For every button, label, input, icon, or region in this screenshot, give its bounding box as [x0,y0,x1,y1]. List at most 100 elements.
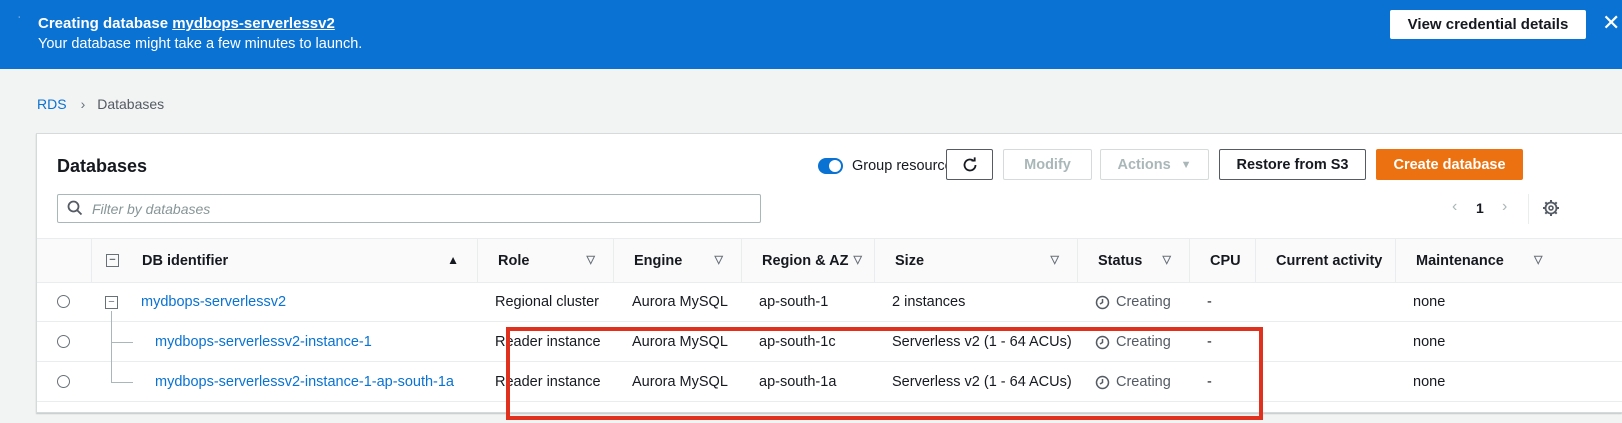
chevron-right-icon: › [80,96,86,112]
cpu-cell: - [1207,294,1212,310]
filter-databases-input[interactable]: Filter by databases [57,194,761,223]
column-size[interactable]: Size ▽ [874,239,1077,282]
status-text: Creating [1116,294,1171,310]
next-page-icon[interactable]: › [1502,198,1507,216]
sort-icon[interactable]: ▽ [587,253,595,266]
clock-icon [1095,375,1110,389]
loading-spinner-icon: ˙ [18,16,22,27]
engine-cell: Aurora MySQL [632,374,728,390]
flash-message: Your database might take a few minutes t… [38,36,363,52]
size-cell: Serverless v2 (1 - 64 ACUs) [892,374,1072,390]
collapse-group-icon[interactable]: − [105,296,118,309]
column-role[interactable]: Role ▽ [477,239,613,282]
column-size-label: Size [895,252,925,269]
row-select-radio[interactable] [57,335,70,348]
column-db-identifier-label: DB identifier [142,252,229,269]
region-cell: ap-south-1c [759,334,836,350]
status-text: Creating [1116,334,1171,350]
caret-down-icon: ▼ [1180,158,1192,171]
size-cell: Serverless v2 (1 - 64 ACUs) [892,334,1072,350]
column-maintenance[interactable]: Maintenance ▽ [1395,239,1622,282]
pager-divider [1528,194,1529,224]
refresh-icon [963,156,976,171]
column-role-label: Role [498,252,530,269]
previous-page-icon[interactable]: ‹ [1452,198,1457,216]
row-select-radio[interactable] [57,375,70,388]
clock-icon [1095,295,1110,309]
flash-database-link[interactable]: mydbops-serverlessv2 [172,15,335,32]
maintenance-cell: none [1413,374,1446,390]
breadcrumb-rds-link[interactable]: RDS [37,96,67,112]
db-identifier-link[interactable]: mydbops-serverlessv2 [141,294,286,310]
current-page-number[interactable]: 1 [1476,200,1484,216]
engine-cell: Aurora MySQL [632,334,728,350]
column-engine-label: Engine [634,252,683,269]
sort-icon[interactable]: ▽ [715,253,723,266]
status-text: Creating [1116,374,1171,390]
tree-line [111,342,133,343]
sort-ascending-icon[interactable]: ▲ [447,253,459,267]
column-db-identifier[interactable]: − DB identifier ▲ [91,239,477,282]
column-status[interactable]: Status ▽ [1077,239,1189,282]
group-resources-toggle[interactable] [818,158,843,174]
restore-from-s3-button[interactable]: Restore from S3 [1219,149,1366,180]
column-maintenance-label: Maintenance [1416,252,1504,269]
table-row[interactable]: mydbops-serverlessv2-instance-1 Reader i… [37,311,1622,362]
refresh-button[interactable] [946,149,993,180]
table-row[interactable]: − mydbops-serverlessv2 Regional cluster … [37,283,1622,322]
role-cell: Reader instance [495,334,601,350]
actions-label: Actions [1117,156,1171,173]
column-cpu-label: CPU [1210,252,1241,269]
create-database-button[interactable]: Create database [1376,149,1523,180]
sort-icon[interactable]: ▽ [1534,253,1542,266]
size-cell: 2 instances [892,294,966,310]
column-status-label: Status [1098,252,1143,269]
status-badge: Creating [1095,374,1171,390]
breadcrumb-current: Databases [97,96,165,112]
page-title: Databases [57,156,148,176]
db-identifier-link[interactable]: mydbops-serverlessv2-instance-1 [155,334,372,350]
modify-button[interactable]: Modify [1003,149,1092,180]
engine-cell: Aurora MySQL [632,294,728,310]
search-icon [67,200,83,216]
column-cpu[interactable]: CPU [1189,239,1255,282]
tree-line [111,382,133,383]
row-select-radio[interactable] [57,295,70,308]
actions-button[interactable]: Actions ▼ [1100,149,1209,180]
table-header: − DB identifier ▲ Role ▽ Engine ▽ Region… [37,238,1622,283]
flash-banner: ˙ Creating database mydbops-serverlessv2… [0,0,1622,69]
databases-panel: Databases Group resources Modify Actions… [36,133,1622,413]
gear-icon[interactable] [1542,199,1560,217]
view-credential-details-button[interactable]: View credential details [1390,10,1586,39]
sort-icon[interactable]: ▽ [1163,253,1171,266]
sort-icon[interactable]: ▽ [854,253,862,266]
db-identifier-link[interactable]: mydbops-serverlessv2-instance-1-ap-south… [155,374,454,390]
tree-line [111,343,112,382]
collapse-all-icon[interactable]: − [106,254,119,267]
sort-icon[interactable]: ▽ [1051,253,1059,266]
column-current-activity[interactable]: Current activity [1255,239,1395,282]
status-badge: Creating [1095,294,1171,310]
group-resources-label: Group resources [852,158,960,174]
filter-placeholder: Filter by databases [92,201,211,217]
maintenance-cell: none [1413,294,1446,310]
region-cell: ap-south-1a [759,374,837,390]
column-current-activity-label: Current activity [1276,252,1383,269]
column-engine[interactable]: Engine ▽ [613,239,741,282]
column-region[interactable]: Region & AZ ▽ [741,239,874,282]
table-row[interactable]: mydbops-serverlessv2-instance-1-ap-south… [37,343,1622,402]
role-cell: Reader instance [495,374,601,390]
breadcrumb: RDS › Databases [37,96,164,112]
flash-title: Creating database mydbops-serverlessv2 [38,15,335,32]
status-badge: Creating [1095,334,1171,350]
select-column-header [37,239,91,282]
region-cell: ap-south-1 [759,294,829,310]
maintenance-cell: none [1413,334,1446,350]
cpu-cell: - [1207,334,1212,350]
column-region-label: Region & AZ [762,252,849,269]
cpu-cell: - [1207,374,1212,390]
close-icon[interactable]: ✕ [1602,12,1620,34]
flash-title-prefix: Creating database [38,15,169,32]
tree-line [111,311,112,342]
clock-icon [1095,335,1110,349]
